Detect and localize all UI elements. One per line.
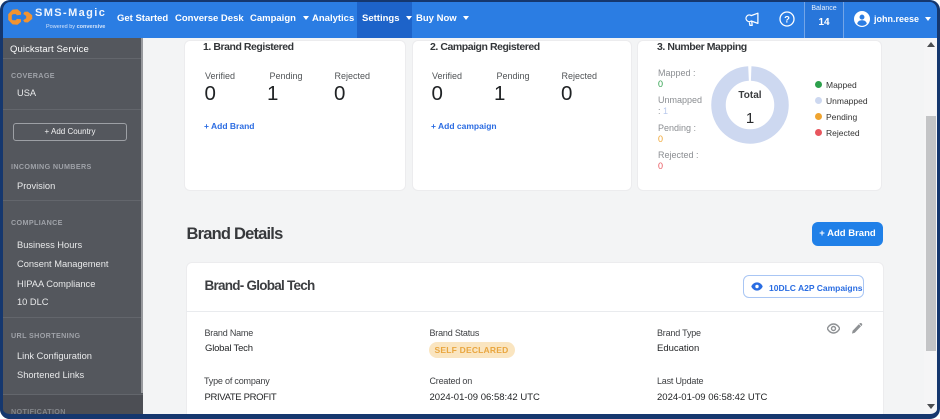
svg-text:?: ?	[784, 14, 790, 25]
